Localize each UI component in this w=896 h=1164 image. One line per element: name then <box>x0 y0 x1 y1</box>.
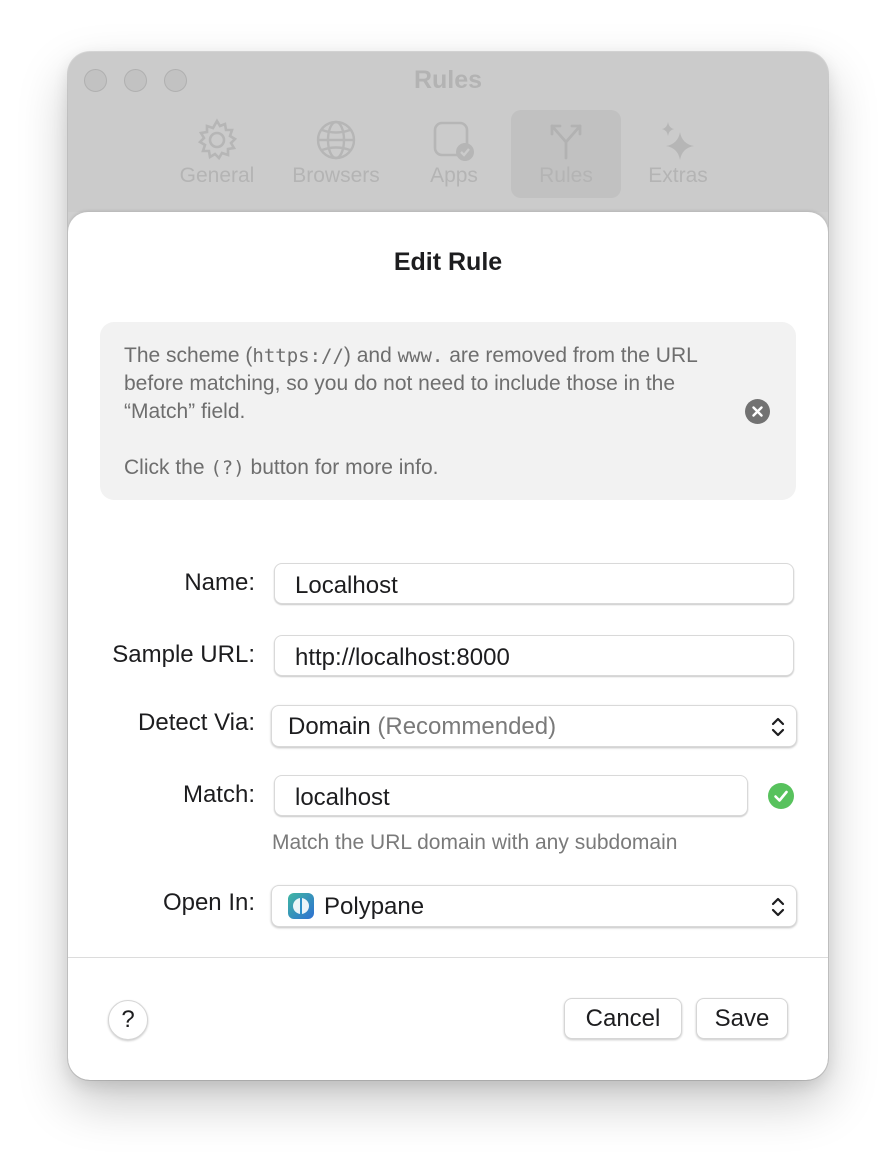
sheet-title: Edit Rule <box>393 248 503 276</box>
open-in-value: Polypane <box>324 893 425 920</box>
footer-divider <box>68 957 828 958</box>
info-box: The scheme (https://) and www. are remov… <box>100 322 796 500</box>
sparkles-icon <box>662 122 694 160</box>
cancel-button[interactable]: Cancel <box>564 998 682 1039</box>
info-text: The scheme (https://) and www. are remov… <box>124 344 698 423</box>
toolbar-general[interactable]: General <box>162 110 272 198</box>
toolbar-apps[interactable]: Apps <box>399 110 509 198</box>
toolbar-browsers-label: Browsers <box>292 164 380 187</box>
detect-via-popup[interactable]: Domain (Recommended) <box>271 705 797 747</box>
checkmark-icon <box>768 783 794 809</box>
match-field[interactable]: localhost <box>274 775 748 816</box>
help-button[interactable]: ? <box>108 1000 148 1040</box>
gear-icon <box>197 118 238 161</box>
rules-icon <box>550 124 582 160</box>
chevron-up-down-icon <box>771 717 785 737</box>
open-in-label: Open In: <box>162 889 255 916</box>
name-field[interactable]: Localhost <box>274 563 794 604</box>
toolbar-browsers[interactable]: Browsers <box>281 110 391 198</box>
match-hint: Match the URL domain with any subdomain <box>272 831 678 854</box>
sample-url-field[interactable]: http://localhost:8000 <box>274 635 794 676</box>
globe-icon <box>316 120 356 160</box>
edit-rule-sheet: Edit Rule The scheme (https://) and www.… <box>68 212 828 1080</box>
polypane-app-icon <box>288 893 314 919</box>
chevron-up-down-icon <box>771 897 785 917</box>
titlebar: Rules General Browsers Apps Rules Extras <box>68 52 828 212</box>
match-label: Match: <box>182 781 255 808</box>
apps-icon <box>433 121 474 161</box>
open-in-popup[interactable]: Polypane <box>271 885 797 927</box>
detect-via-note: (Recommended) <box>377 713 557 740</box>
window-title: Rules <box>413 66 483 94</box>
dismiss-info-button[interactable] <box>745 399 770 424</box>
info-help-text: Click the (?) button for more info. <box>124 456 439 479</box>
toolbar-apps-label: Apps <box>430 164 478 187</box>
sample-url-label: Sample URL: <box>112 641 255 668</box>
toolbar-rules[interactable]: Rules <box>511 110 621 198</box>
detect-via-value: Domain <box>288 713 371 740</box>
toolbar-extras-label: Extras <box>648 164 708 187</box>
toolbar-rules-label: Rules <box>539 164 593 187</box>
toolbar-extras[interactable]: Extras <box>623 110 733 198</box>
name-label: Name: <box>184 569 255 596</box>
close-icon <box>752 406 763 417</box>
preferences-window: Rules General Browsers Apps Rules Extras… <box>68 52 828 1080</box>
toolbar-general-label: General <box>179 164 255 187</box>
save-button[interactable]: Save <box>696 998 788 1039</box>
detect-via-label: Detect Via: <box>138 709 255 736</box>
